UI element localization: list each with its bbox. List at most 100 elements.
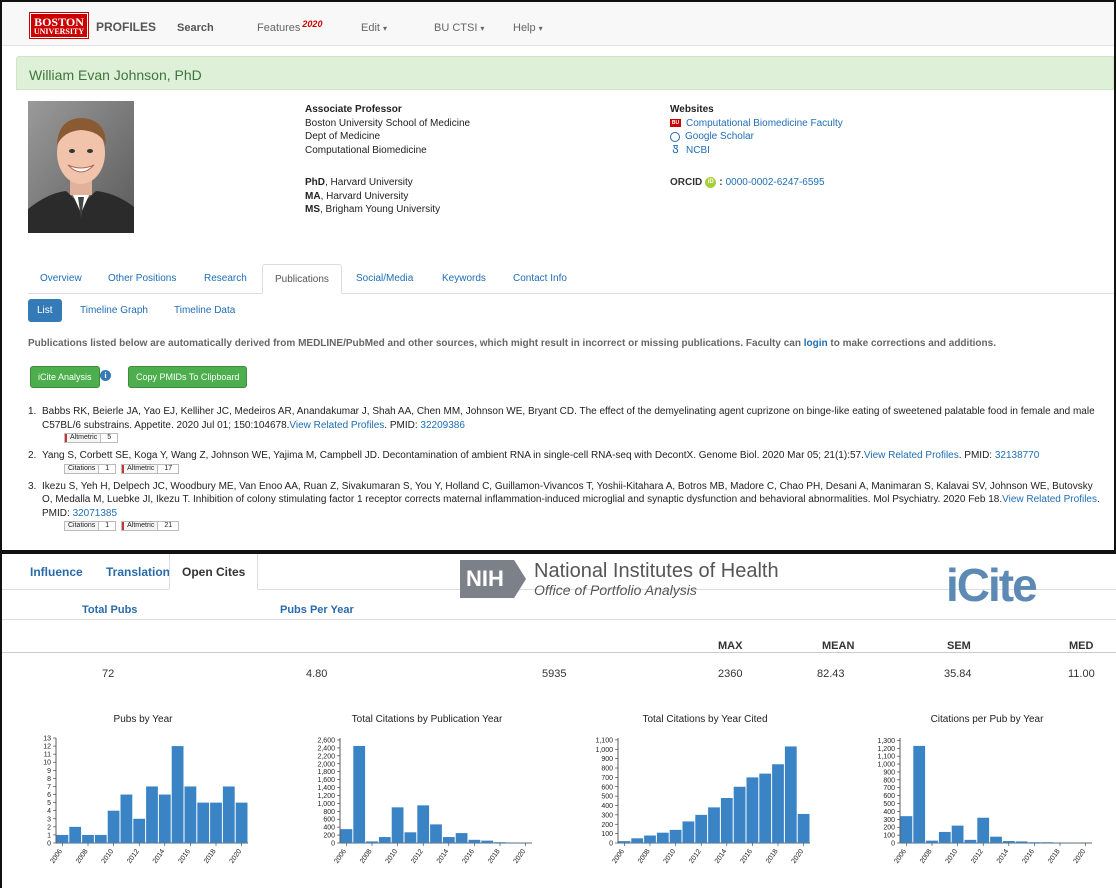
tab-contact-info[interactable]: Contact Info <box>501 264 579 294</box>
tab-influence[interactable]: Influence <box>18 554 95 590</box>
y-tick-label: 1,000 <box>317 801 335 808</box>
pill-list[interactable]: List <box>28 299 62 322</box>
nav-features[interactable]: Features 2020 <box>257 19 322 34</box>
brand-profiles[interactable]: PROFILES <box>96 20 156 34</box>
pmid-link[interactable]: 32138770 <box>995 450 1040 461</box>
bar <box>990 836 1002 843</box>
tab-overview[interactable]: Overview <box>28 264 94 294</box>
list-item: 2. Yang S, Corbett SE, Koga Y, Wang Z, J… <box>28 449 1104 474</box>
copy-pmids-button[interactable]: Copy PMIDs To Clipboard <box>128 366 248 388</box>
bar <box>417 805 430 843</box>
chart-svg: 02004006008001,0001,2001,4001,6001,8002,… <box>317 737 532 865</box>
y-tick-label: 1,800 <box>317 769 335 776</box>
website-link[interactable]: Ꟑ NCBI <box>670 144 843 158</box>
x-tick-label: 2008 <box>919 848 934 865</box>
bar <box>938 831 951 843</box>
citations-badge[interactable]: Citations 1 <box>64 521 117 531</box>
profile-photo <box>28 101 134 233</box>
altmetric-badge[interactable]: Altmetric 5 <box>64 433 119 443</box>
nih-name: National Institutes of Health <box>534 560 779 582</box>
value-pubs-per-year: 4.80 <box>306 668 328 680</box>
pmid-link[interactable]: 32071385 <box>73 508 118 519</box>
pill-timeline-graph[interactable]: Timeline Graph <box>71 299 157 322</box>
degree-school: , Harvard University <box>325 177 413 188</box>
citations-label: Citations <box>65 464 100 473</box>
orcid-link[interactable]: 0000-0002-6247-6595 <box>726 177 825 188</box>
caret-down-icon: ▾ <box>538 24 543 33</box>
nav-buctsi-dropdown[interactable]: BU CTSI ▾ <box>434 22 484 34</box>
pill-timeline-data[interactable]: Timeline Data <box>165 299 244 322</box>
x-tick-label: 2020 <box>229 848 244 865</box>
nav-help-dropdown[interactable]: Help ▾ <box>513 22 543 34</box>
bar <box>378 837 391 843</box>
x-tick-label: 2014 <box>152 848 167 865</box>
website-link[interactable]: BU Computational Biomedicine Faculty <box>670 117 843 131</box>
bar <box>94 834 107 843</box>
stat-sem: SEM <box>947 640 971 652</box>
y-tick-label: 400 <box>601 803 613 810</box>
info-icon[interactable]: i <box>100 370 111 381</box>
y-tick-label: 600 <box>323 817 335 824</box>
citations-badge[interactable]: Citations 1 <box>64 463 117 474</box>
altmetric-badge[interactable]: Altmetric 21 <box>121 521 180 531</box>
bar <box>682 821 695 843</box>
citations-label: Citations <box>65 522 100 530</box>
nav-search[interactable]: Search <box>177 22 214 34</box>
nav-edit-dropdown[interactable]: Edit ▾ <box>361 22 387 34</box>
bar <box>184 786 197 843</box>
col-total-pubs: Total Pubs <box>82 604 138 616</box>
login-link[interactable]: login <box>804 338 828 349</box>
y-tick-label: 9 <box>47 768 51 775</box>
bar <box>133 818 146 843</box>
x-tick-label: 2020 <box>791 848 806 865</box>
bar <box>120 794 133 843</box>
pmid-link[interactable]: 32209386 <box>420 420 465 431</box>
nih-office: Office of Portfolio Analysis <box>534 582 697 598</box>
tab-keywords[interactable]: Keywords <box>430 264 498 294</box>
bar <box>481 840 494 843</box>
bar <box>340 829 353 843</box>
website-link[interactable]: Google Scholar <box>670 130 843 144</box>
altmetric-label: Altmetric <box>65 434 102 442</box>
bar <box>746 777 759 843</box>
website-link-label: Computational Biomedicine Faculty <box>686 117 843 129</box>
x-tick-label: 2012 <box>688 848 703 865</box>
altmetric-label: Altmetric <box>122 464 159 473</box>
x-tick-label: 2016 <box>177 848 192 865</box>
x-tick-label: 2010 <box>663 848 678 865</box>
y-tick-label: 500 <box>601 794 613 801</box>
y-tick-label: 1,400 <box>317 785 335 792</box>
tab-open-cites[interactable]: Open Cites <box>169 554 259 590</box>
icite-analysis-button[interactable]: iCite Analysis <box>30 366 100 388</box>
chart-title: Total Citations by Publication Year <box>351 714 503 725</box>
x-tick-label: 2010 <box>945 848 960 865</box>
website-link-label: Google Scholar <box>685 131 754 142</box>
tab-social-media[interactable]: Social/Media <box>344 264 425 294</box>
altmetric-badge[interactable]: Altmetric 17 <box>121 463 180 474</box>
chart-citations-by-pub-year: Total Citations by Publication Year 0 200 4… <box>302 704 552 888</box>
bar <box>1015 841 1028 843</box>
bar <box>171 746 184 843</box>
related-profiles-link[interactable]: View Related Profiles <box>289 420 384 431</box>
website-link-label: NCBI <box>686 144 710 156</box>
bar <box>1041 842 1054 843</box>
x-tick-label: 2014 <box>436 848 451 865</box>
chart-title: Citations per Pub by Year <box>930 714 1044 725</box>
tab-research[interactable]: Research <box>192 264 259 294</box>
tab-publications[interactable]: Publications <box>262 264 342 294</box>
bar <box>235 802 248 843</box>
bu-logo[interactable]: BOSTON UNIVERSITY <box>29 12 89 39</box>
y-tick-label: 1 <box>47 832 51 839</box>
value-sem: 35.84 <box>944 668 972 680</box>
bar <box>391 807 404 843</box>
y-tick-label: 2,600 <box>317 737 335 744</box>
list-item: 1. Babbs RK, Beierle JA, Yao EJ, Kellihe… <box>28 405 1104 443</box>
tab-other-positions[interactable]: Other Positions <box>96 264 188 294</box>
related-profiles-link[interactable]: View Related Profiles <box>864 450 959 461</box>
list-item: 3. Ikezu S, Yeh H, Delpech JC, Woodbury … <box>28 480 1104 531</box>
related-profiles-link[interactable]: View Related Profiles <box>1002 494 1097 505</box>
altmetric-value: 5 <box>107 434 112 441</box>
caret-down-icon: ▾ <box>480 24 485 33</box>
chart-svg: 0123456789101112132006 2008 2010 2012 2014 20… <box>43 736 248 865</box>
degree-name: MS <box>305 204 320 215</box>
